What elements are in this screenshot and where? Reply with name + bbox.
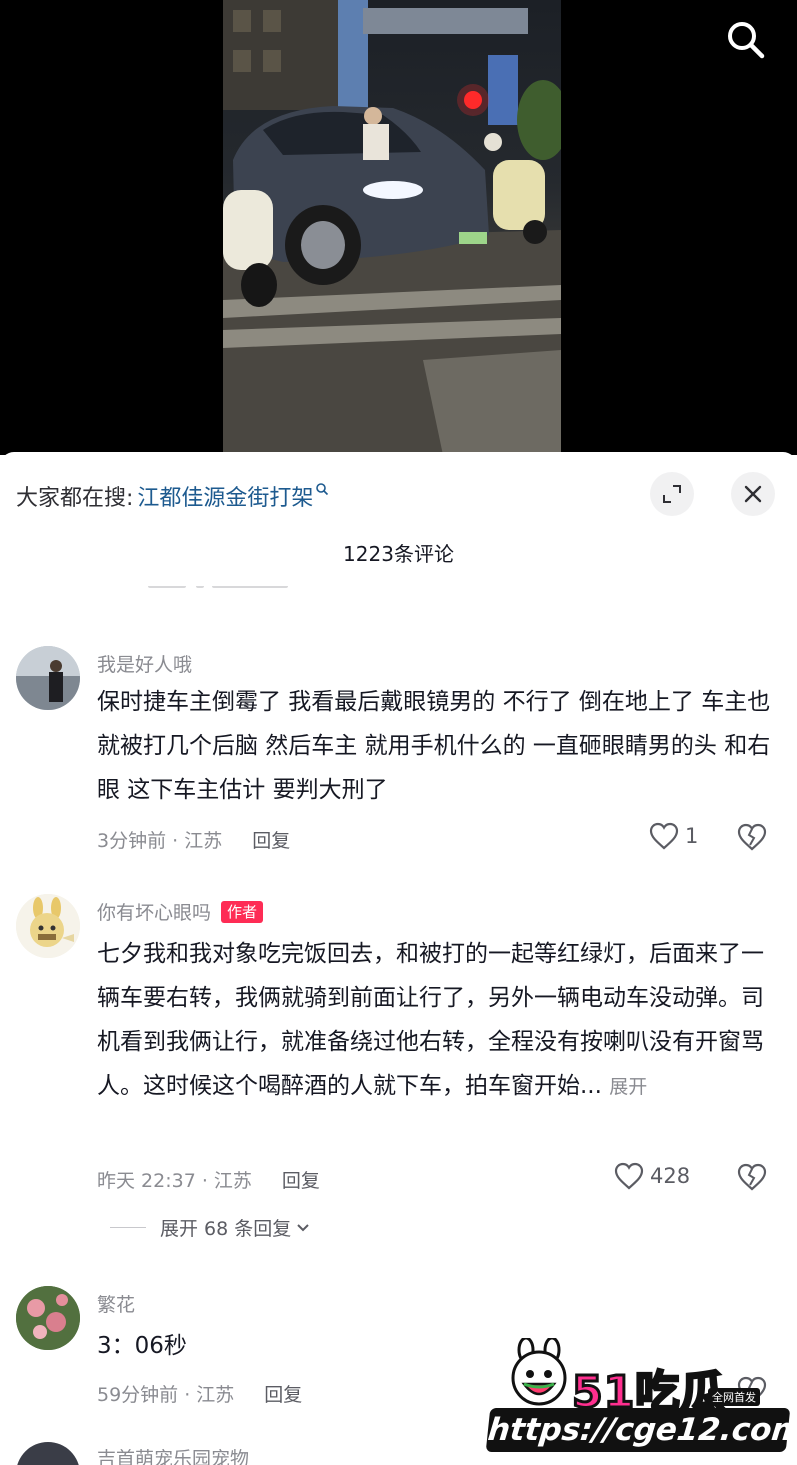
avatar-image (16, 1286, 80, 1350)
suggested-search-link[interactable]: 江都佳源金街打架 (137, 480, 313, 512)
comment-sheet: 大家都在搜: 江都佳源金街打架 1223条评论 我是好人哦 保时捷车主倒霉了 我… (0, 452, 797, 1465)
avatar-image (16, 894, 80, 958)
like-button[interactable]: 1 (649, 822, 698, 850)
avatar[interactable] (16, 894, 80, 958)
comment-username[interactable]: 吉首萌宠乐园宠物 (97, 1444, 249, 1465)
username-text: 繁花 (97, 1294, 136, 1316)
expand-icon (663, 485, 681, 503)
reply-button[interactable]: 回复 (282, 1166, 320, 1193)
comment-username[interactable]: 我是好人哦 (97, 650, 192, 677)
street-scene-image (223, 0, 561, 455)
comment-item: 我是好人哦 保时捷车主倒霉了 我看最后戴眼镜男的 不行了 倒在地上了 车主也就被… (0, 642, 797, 862)
expand-replies-button[interactable]: 展开 68 条回复 (110, 1214, 311, 1241)
expand-button[interactable] (650, 472, 694, 516)
heart-icon (614, 1162, 644, 1190)
comment-item: 你有坏心眼吗 作者 七夕我和我对象吃完饭回去，和被打的一起等红绿灯，后面来了一辆… (0, 890, 797, 1240)
comment-meta: 昨天 22:37 · 江苏 回复 (97, 1166, 320, 1193)
comment-username[interactable]: 你有坏心眼吗 作者 (97, 898, 264, 925)
unfold-link[interactable]: 展开 (609, 1076, 647, 1098)
heart-icon (649, 822, 679, 850)
avatar[interactable] (16, 646, 80, 710)
avatar[interactable] (16, 1442, 80, 1465)
site-watermark: 51吃瓜 全网首发 https://cge12.com (485, 1338, 797, 1458)
avatar-image (16, 646, 80, 710)
watermark-url: https://cge12.com (485, 1408, 797, 1452)
chevron-down-icon (297, 1223, 309, 1231)
author-badge: 作者 (221, 900, 264, 923)
comment-username[interactable]: 繁花 (97, 1290, 135, 1317)
comment-time-location: 昨天 22:37 · 江苏 (97, 1170, 252, 1192)
comment-text: 七夕我和我对象吃完饭回去，和被打的一起等红绿灯，后面来了一辆车要右转，我俩就骑到… (97, 932, 777, 1109)
watermark-badge: 全网首发 (708, 1388, 760, 1406)
scrolled-text-remnant (148, 586, 298, 596)
like-count: 1 (685, 824, 699, 848)
expand-replies-label: 展开 68 条回复 (160, 1218, 292, 1240)
dislike-button[interactable] (737, 1163, 767, 1193)
comment-meta: 59分钟前 · 江苏 回复 (97, 1380, 302, 1407)
comment-meta: 3分钟前 · 江苏 回复 (97, 826, 290, 853)
comment-time-location: 3分钟前 · 江苏 (97, 830, 223, 852)
broken-heart-icon (737, 823, 767, 851)
like-count: 428 (650, 1164, 691, 1188)
video-player[interactable] (0, 0, 797, 455)
username-text: 我是好人哦 (97, 654, 193, 676)
reply-button[interactable]: 回复 (252, 826, 290, 853)
comment-count: 1223条评论 (343, 542, 454, 566)
divider (110, 1227, 146, 1228)
close-icon (744, 485, 762, 503)
watermelon-mascot-logo (511, 1338, 567, 1406)
suggested-search-prefix: 大家都在搜: (16, 486, 134, 511)
close-button[interactable] (731, 472, 775, 516)
video-frame (223, 0, 561, 455)
search-icon (316, 483, 329, 496)
suggested-search[interactable]: 大家都在搜: 江都佳源金街打架 (16, 476, 329, 516)
broken-heart-icon (737, 1163, 767, 1191)
avatar[interactable] (16, 1286, 80, 1350)
dislike-button[interactable] (737, 823, 767, 853)
comment-time-location: 59分钟前 · 江苏 (97, 1384, 235, 1406)
username-text: 吉首萌宠乐园宠物 (97, 1448, 250, 1465)
comment-text: 保时捷车主倒霉了 我看最后戴眼镜男的 不行了 倒在地上了 车主也就被打几个后脑 … (97, 689, 771, 803)
comment-text-body: 七夕我和我对象吃完饭回去，和被打的一起等红绿灯，后面来了一辆车要右转，我俩就骑到… (97, 941, 764, 1099)
reply-button[interactable]: 回复 (264, 1380, 302, 1407)
like-button[interactable]: 428 (614, 1162, 690, 1190)
username-text: 你有坏心眼吗 (97, 902, 212, 924)
search-button[interactable] (722, 16, 770, 64)
search-icon (728, 22, 765, 59)
